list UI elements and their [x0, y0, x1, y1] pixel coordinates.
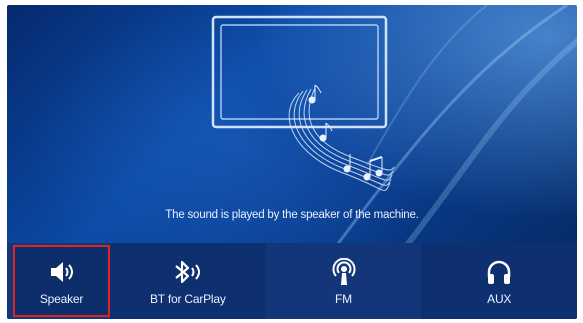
- output-aux-button[interactable]: AUX: [421, 243, 577, 319]
- output-fm-button[interactable]: FM: [266, 243, 422, 319]
- output-bt-carplay-button[interactable]: BT for CarPlay: [110, 243, 266, 319]
- speaker-icon: [48, 258, 76, 286]
- fm-radio-icon: [332, 258, 356, 286]
- audio-output-bar: Speaker BT for CarPlay FM AUX: [7, 243, 577, 319]
- output-fm-label: FM: [335, 292, 352, 306]
- music-notes-icon: [308, 84, 383, 181]
- output-speaker-button[interactable]: Speaker: [13, 245, 110, 317]
- headphones-icon: [486, 258, 512, 286]
- output-speaker-label: Speaker: [39, 292, 84, 306]
- sound-output-description: The sound is played by the speaker of th…: [165, 209, 419, 221]
- audio-output-screen: The sound is played by the speaker of th…: [7, 5, 577, 319]
- bluetooth-audio-icon: [171, 258, 205, 286]
- output-aux-label: AUX: [487, 292, 512, 306]
- output-bt-carplay-label: BT for CarPlay: [150, 292, 226, 306]
